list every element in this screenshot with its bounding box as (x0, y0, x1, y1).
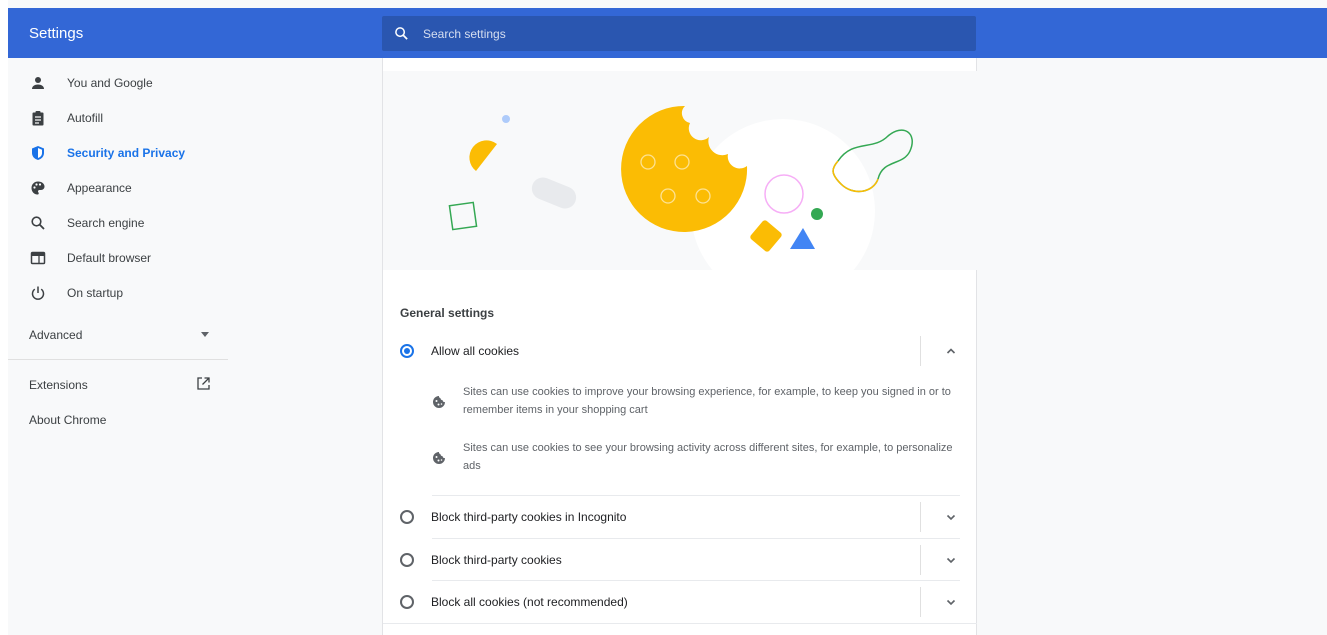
sidebar-item-security-and-privacy[interactable]: Security and Privacy (8, 135, 232, 170)
shield-icon (32, 146, 44, 160)
sidebar-item-search-engine[interactable]: Search engine (8, 205, 232, 240)
radio-block-third-party[interactable] (400, 553, 414, 567)
option-block-all-cookies[interactable]: Block all cookies (not recommended) (383, 581, 977, 623)
search-placeholder: Search settings (423, 27, 506, 41)
palette-icon (31, 181, 45, 195)
row-separator (920, 545, 921, 575)
window-left-edge (0, 0, 8, 635)
row-separator (920, 587, 921, 617)
chevron-down-icon[interactable] (944, 510, 958, 524)
cookie-icon (433, 452, 445, 464)
sidebar-item-label: Autofill (67, 111, 104, 125)
detail-item: Sites can use cookies to improve your br… (431, 383, 961, 423)
open-in-new-icon (197, 377, 210, 390)
option-label: Allow all cookies (431, 344, 520, 358)
page-title: Settings (29, 25, 84, 42)
sidebar-item-label: On startup (67, 286, 124, 300)
row-divider (383, 623, 977, 624)
power-icon (31, 286, 45, 300)
sidebar-advanced-label: Advanced (29, 328, 83, 342)
detail-text: Sites can use cookies to improve your br… (463, 386, 951, 416)
sidebar-item-label: Appearance (67, 181, 132, 195)
browser-icon (30, 251, 46, 265)
caret-down-icon (201, 332, 209, 337)
main-content: General settings Allow all cookies Sites… (382, 58, 977, 635)
section-title: General settings (400, 306, 495, 320)
chevron-down-icon[interactable] (944, 553, 958, 567)
chevron-up-icon[interactable] (944, 344, 958, 358)
sidebar-item-autofill[interactable]: Autofill (8, 100, 232, 135)
option-label: Block third-party cookies (431, 553, 562, 567)
radio-allow-all-cookies[interactable] (400, 344, 414, 358)
search-icon (395, 27, 408, 40)
sidebar-item-default-browser[interactable]: Default browser (8, 240, 232, 275)
sidebar-item-appearance[interactable]: Appearance (8, 170, 232, 205)
option-block-third-party[interactable]: Block third-party cookies (383, 539, 977, 581)
sidebar-advanced[interactable]: Advanced (29, 328, 214, 342)
search-input[interactable]: Search settings (382, 16, 976, 51)
sidebar-divider (8, 359, 228, 360)
clipboard-icon (32, 111, 44, 126)
row-separator (920, 502, 921, 532)
sidebar-item-label: Default browser (67, 251, 152, 265)
option-allow-all-cookies[interactable]: Allow all cookies (383, 330, 977, 372)
option-block-third-party-incognito[interactable]: Block third-party cookies in Incognito (383, 496, 977, 538)
row-separator (920, 336, 921, 366)
sidebar-extensions[interactable]: Extensions (29, 377, 214, 392)
cookies-illustration (383, 71, 977, 270)
sidebar-extensions-label: Extensions (29, 378, 88, 392)
sidebar-item-label: Search engine (67, 216, 145, 230)
detail-item: Sites can use cookies to see your browsi… (431, 439, 961, 479)
search-icon (31, 216, 45, 230)
option-label: Block third-party cookies in Incognito (431, 510, 627, 524)
cookie-icon (433, 396, 445, 408)
sidebar: You and Google Autofill Security and Pri… (8, 58, 232, 635)
radio-block-all-cookies[interactable] (400, 595, 414, 609)
chevron-down-icon[interactable] (944, 595, 958, 609)
toolbar: Settings Search settings (8, 8, 1327, 58)
sidebar-item-label: You and Google (67, 76, 153, 90)
option-label: Block all cookies (not recommended) (431, 595, 628, 609)
radio-block-third-party-incognito[interactable] (400, 510, 414, 524)
cookie-illustration-image (448, 105, 913, 270)
sidebar-about-chrome[interactable]: About Chrome (29, 413, 106, 427)
sidebar-item-you-and-google[interactable]: You and Google (8, 65, 232, 100)
sidebar-item-label: Security and Privacy (67, 146, 186, 160)
sidebar-item-on-startup[interactable]: On startup (8, 275, 232, 310)
detail-text: Sites can use cookies to see your browsi… (463, 442, 953, 472)
person-icon (32, 77, 44, 89)
